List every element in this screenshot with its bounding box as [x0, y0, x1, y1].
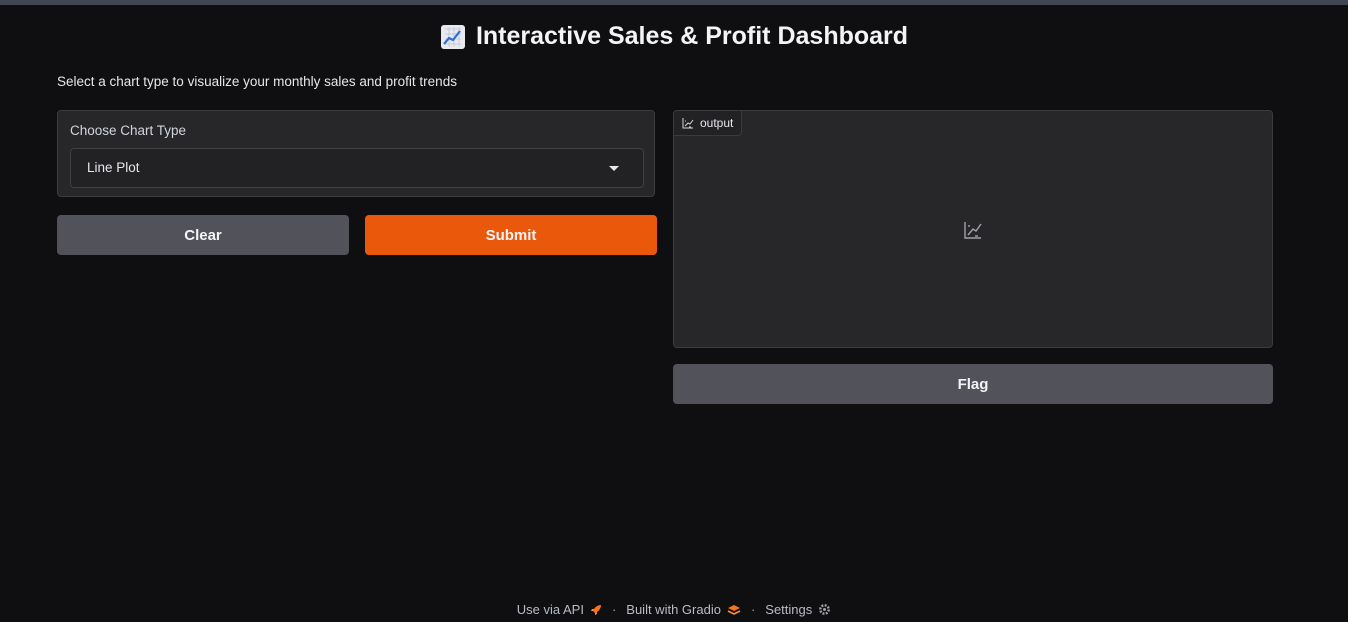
chart-type-label: Choose Chart Type — [70, 123, 187, 138]
built-with-gradio-text: Built with Gradio — [626, 602, 721, 617]
clear-button[interactable]: Clear — [57, 215, 349, 255]
output-label: output — [674, 111, 743, 136]
page-title: Interactive Sales & Profit Dashboard — [0, 22, 1348, 51]
page-subtitle: Select a chart type to visualize your mo… — [57, 74, 457, 89]
settings-link[interactable]: Settings — [765, 602, 831, 617]
top-bar — [0, 0, 1348, 5]
footer-separator: · — [750, 602, 756, 617]
gradio-logo-icon — [727, 604, 741, 615]
chart-type-dropdown[interactable]: Line Plot — [70, 148, 644, 188]
settings-text: Settings — [765, 602, 813, 617]
plot-placeholder-icon — [964, 222, 982, 239]
flag-button[interactable]: Flag — [673, 364, 1273, 404]
footer-separator: · — [611, 602, 617, 617]
chevron-down-icon — [609, 166, 619, 171]
chart-type-panel: Choose Chart Type Line Plot — [57, 110, 655, 197]
output-plot-panel: output — [673, 110, 1273, 348]
page-title-text: Interactive Sales & Profit Dashboard — [475, 22, 909, 50]
footer: Use via API · Built with Gradio · Settin… — [0, 602, 1348, 617]
plot-icon — [682, 118, 694, 129]
output-label-text: output — [700, 116, 734, 130]
built-with-gradio-link[interactable]: Built with Gradio — [626, 602, 741, 617]
use-via-api-text: Use via API — [516, 602, 584, 617]
gear-icon — [819, 604, 831, 615]
rocket-icon — [590, 604, 601, 615]
chart-type-selected-value: Line Plot — [87, 160, 140, 175]
use-via-api-link[interactable]: Use via API — [517, 602, 602, 617]
submit-button[interactable]: Submit — [365, 215, 657, 255]
chart-increasing-icon — [440, 24, 465, 49]
